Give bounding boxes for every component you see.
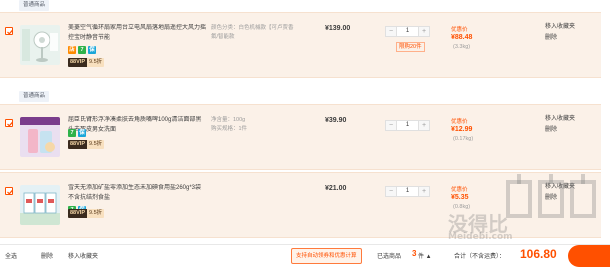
check-icon [7, 189, 13, 195]
discount-label: 优惠价 [451, 187, 468, 193]
vip-label: 88VIP [68, 140, 87, 149]
checkout-button[interactable] [568, 245, 610, 267]
select-all-checkbox-label[interactable]: 全选 [5, 251, 17, 260]
sku-line: 购买规格：1件 [211, 126, 248, 132]
store-badge: 店 [68, 45, 76, 54]
sku-info[interactable]: 颜色分类：白色机械款【可卢贾香 氟/智能款 [211, 24, 307, 42]
product-thumbnail[interactable] [20, 185, 60, 225]
delete-link[interactable]: 删除 [545, 125, 557, 136]
quantity-input[interactable]: 1 [396, 27, 419, 36]
guarantee-badge: 保 [88, 45, 96, 54]
vip-discount: 9.5折 [86, 58, 105, 67]
total-amount: 106.80 [520, 247, 557, 261]
cart-footer-bar: 全选 删除 移入收藏夹 支持自动领券和优惠计算 已选商品 3 件 ▲ 合计（不含… [0, 244, 610, 268]
quantity-stepper[interactable]: − 1 + [385, 186, 430, 197]
vip-label: 88VIP [68, 209, 87, 218]
unit-price: ¥139.00 [325, 25, 351, 32]
vip-discount: 9.5折 [86, 140, 105, 149]
purchase-limit: 限购20件 [396, 42, 425, 52]
product-title[interactable]: 美菱空气循环扇家用台立电风扇落地扇遥控大风力摇控宝时静音节能 [68, 24, 206, 43]
vip-badge: 88VIP 9.5折 [68, 140, 105, 149]
product-title[interactable]: 雪天无添加矿盐零添加生态未加碘食用盐260g*3袋不含抗结剂食盐 [68, 184, 206, 203]
item-subtotal: ¥88.48 [451, 34, 473, 41]
move-to-favorites-link[interactable]: 移入收藏夹 [545, 22, 575, 33]
seven-day-return-badge: 7 [78, 45, 86, 54]
total-label: 合计（不含运费）： [454, 254, 506, 260]
quantity-stepper[interactable]: − 1 + [385, 26, 430, 37]
sku-line: 氟/智能款 [211, 34, 235, 40]
discount-label: 优惠价 [451, 119, 468, 125]
sku-line: 颜色分类：白色机械款【可卢贾香 [211, 25, 294, 31]
auto-coupon-notice[interactable]: 支持自动领券和优惠计算 [291, 248, 362, 264]
decrease-button[interactable]: − [386, 27, 396, 36]
vip-label: 88VIP [68, 58, 87, 67]
item-checkbox[interactable] [5, 119, 13, 127]
unit-price: ¥21.00 [325, 185, 347, 192]
group-label: 普通商品 [19, 0, 50, 11]
cart-item-row: 雪天无添加矿盐零添加生态未加碘食用盐260g*3袋不含抗结剂食盐 7 保 88V… [0, 172, 601, 238]
discount-label: 优惠价 [451, 27, 468, 33]
increase-button[interactable]: + [419, 187, 429, 196]
quantity-input[interactable]: 1 [396, 121, 419, 130]
cart-item-row: 屈臣氏臂形浮净凑柔肤去角质嘴啤100g清洁面部黑头去死皮男女洗面 7 保 88V… [0, 104, 601, 170]
badge-row: 店 7 保 [68, 45, 96, 54]
unit-price: ¥39.90 [325, 117, 347, 124]
item-weight: (0.8kg) [453, 204, 471, 210]
item-checkbox[interactable] [5, 27, 13, 35]
selected-items-label: 已选商品 [377, 254, 402, 260]
item-subtotal: ¥12.99 [451, 126, 473, 133]
item-weight: (3.3kg) [453, 44, 471, 50]
product-thumbnail[interactable] [20, 25, 60, 65]
batch-move-to-favorites-link[interactable]: 移入收藏夹 [68, 251, 98, 260]
item-subtotal: ¥5.35 [451, 194, 469, 201]
quantity-input[interactable]: 1 [396, 187, 419, 196]
item-checkbox[interactable] [5, 187, 13, 195]
check-icon [7, 121, 13, 127]
guarantee-badge: 保 [78, 128, 86, 137]
delete-link[interactable]: 删除 [545, 33, 557, 44]
sku-line: 净含量：100g [211, 117, 246, 123]
move-to-favorites-link[interactable]: 移入收藏夹 [545, 182, 575, 193]
product-title[interactable]: 屈臣氏臂形浮净凑柔肤去角质嘴啤100g清洁面部黑头去死皮男女洗面 [68, 116, 206, 135]
item-weight: (0.17kg) [453, 136, 474, 142]
delete-link[interactable]: 删除 [545, 193, 557, 204]
vip-badge: 88VIP 9.5折 [68, 209, 105, 218]
vip-discount: 9.5折 [86, 209, 105, 218]
selected-items-count: 3 [412, 249, 417, 258]
sku-info[interactable]: 净含量：100g 购买规格：1件 [211, 116, 307, 134]
product-thumbnail[interactable] [20, 117, 60, 157]
batch-delete-link[interactable]: 删除 [41, 251, 53, 260]
vip-badge: 88VIP 9.5折 [68, 58, 105, 67]
selected-items-toggle[interactable]: 件 ▲ [418, 251, 432, 260]
increase-button[interactable]: + [419, 121, 429, 130]
decrease-button[interactable]: − [386, 121, 396, 130]
seven-day-return-badge: 7 [68, 128, 76, 137]
badge-row: 7 保 [68, 128, 86, 137]
group-label: 普通商品 [19, 91, 50, 102]
cart-item-row: 美菱空气循环扇家用台立电风扇落地扇遥控大风力摇控宝时静音节能 店 7 保 88V… [0, 12, 601, 78]
move-to-favorites-link[interactable]: 移入收藏夹 [545, 114, 575, 125]
decrease-button[interactable]: − [386, 187, 396, 196]
check-icon [7, 29, 13, 35]
increase-button[interactable]: + [419, 27, 429, 36]
quantity-stepper[interactable]: − 1 + [385, 120, 430, 131]
